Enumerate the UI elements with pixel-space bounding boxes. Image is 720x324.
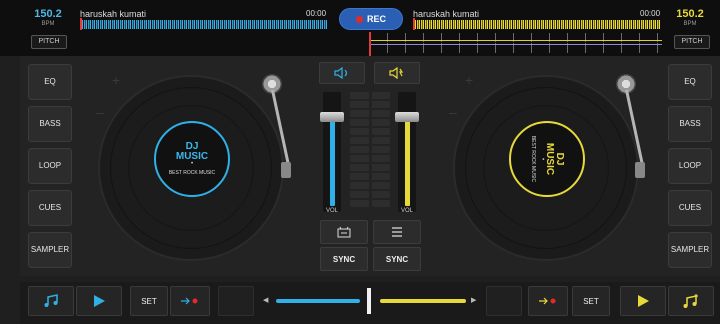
crossfader-knob[interactable] — [367, 288, 371, 314]
deck-b-sync-button[interactable]: SYNC — [373, 247, 421, 271]
music-note-add-icon — [683, 294, 698, 308]
deck-a-time: 00:00 — [306, 9, 327, 18]
pitch-plus-icon: + — [465, 72, 474, 88]
deck-a-bpm-value: 150.2 — [34, 8, 62, 20]
deck-a-cue-slot-button[interactable] — [218, 286, 254, 316]
arrow-to-dot-icon — [539, 297, 556, 305]
deck-b-play-button[interactable] — [620, 286, 666, 316]
deck-b-bass-button[interactable]: BASS — [668, 106, 712, 142]
menu-button[interactable] — [373, 220, 421, 244]
deck-b-track-name: haruskah kumati — [413, 9, 480, 19]
music-note-icon — [44, 294, 58, 307]
deck-b-bpm-display: 150.2 BPM — [670, 8, 710, 28]
deck-a-track-name: haruskah kumati — [80, 9, 147, 19]
deck-b-cue-slot-button[interactable] — [486, 286, 522, 316]
deck-a-vol-label: VOL — [325, 208, 338, 214]
crossfader-right-arrow-icon: ▶ — [471, 297, 477, 304]
deck-a-record-label: DJ MUSIC • BEST ROCK MUSIC — [154, 121, 230, 197]
disc-dot-icon: • — [539, 157, 545, 161]
deck-a-volume-knob[interactable] — [320, 112, 344, 122]
record-dot-icon — [355, 15, 363, 23]
crossfader-left-track[interactable] — [276, 299, 360, 303]
deck-a-cartridge-icon — [281, 162, 291, 178]
deck-b-set-cue-button[interactable]: SET — [572, 286, 610, 316]
deck-b-fx-button[interactable] — [374, 62, 420, 84]
sampler-pad-button[interactable] — [320, 220, 368, 244]
deck-b-bpm-label: BPM — [683, 21, 697, 27]
deck-b-bpm-value: 150.2 — [676, 8, 704, 20]
arrow-to-dot-icon — [181, 297, 198, 305]
deck-b-sampler-button[interactable]: SAMPLER — [668, 232, 712, 268]
deck-b-cues-button[interactable]: CUES — [668, 190, 712, 226]
deck-a-volume-slider[interactable] — [320, 92, 344, 212]
deck-b-volume-fill — [405, 118, 410, 206]
pitch-plus-icon: + — [112, 72, 121, 88]
deck-a-bass-button[interactable]: BASS — [28, 106, 72, 142]
deck-b-disc-subtitle: BEST ROCK MUSIC — [530, 135, 536, 183]
deck-b-music-library-button[interactable] — [668, 286, 714, 316]
deck-a-waveform-overview[interactable] — [80, 20, 328, 29]
speaker-fx-icon — [334, 67, 348, 79]
waveform-playhead — [369, 32, 371, 56]
deck-a-pitch-button[interactable]: PITCH — [31, 35, 67, 49]
crossfader-left-arrow-icon: ◀ — [263, 297, 269, 304]
deck-b-record-label: DJ MUSIC • BEST ROCK MUSIC — [509, 121, 585, 197]
deck-a-cues-button[interactable]: CUES — [28, 190, 72, 226]
pitch-minus-icon: – — [96, 104, 104, 120]
deck-a-loop-button[interactable]: LOOP — [28, 148, 72, 184]
mixer-panel: VOL VOL SYNC SYNC — [319, 60, 421, 272]
deck-b-loop-button[interactable]: LOOP — [668, 148, 712, 184]
deck-a-eq-button[interactable]: EQ — [28, 64, 72, 100]
deck-b-disc-title-1: DJ — [554, 152, 565, 166]
deck-b-disc-title-2: MUSIC — [544, 142, 555, 176]
deck-a-music-library-button[interactable] — [28, 286, 74, 316]
deck-b-waveform-marker — [413, 18, 415, 30]
deck-a-sync-button[interactable]: SYNC — [320, 247, 368, 271]
deck-a-fx-button[interactable] — [319, 62, 365, 84]
deck-b-pitch-button[interactable]: PITCH — [674, 35, 710, 49]
deck-b-waveform-line — [370, 40, 662, 41]
deck-a-disc-subtitle: BEST ROCK MUSIC — [168, 170, 216, 176]
crossfader-right-track[interactable] — [380, 299, 466, 303]
deck-b-waveform-zoom[interactable] — [370, 33, 662, 53]
deck-a-set-cue-button[interactable]: SET — [130, 286, 168, 316]
pitch-minus-icon: – — [449, 104, 457, 120]
deck-b-volume-slider[interactable] — [395, 92, 419, 212]
deck-b-waveform-overview[interactable] — [413, 20, 661, 29]
play-icon — [94, 295, 105, 307]
record-label: REC — [366, 14, 386, 24]
deck-b-waveform-beatline — [370, 44, 662, 45]
deck-b-cue-jump-button[interactable] — [528, 286, 568, 316]
vu-meter — [350, 92, 390, 214]
speaker-fx-icon — [389, 67, 404, 79]
menu-icon — [392, 227, 402, 237]
deck-a-play-button[interactable] — [76, 286, 122, 316]
deck-b-vol-label: VOL — [400, 208, 413, 214]
deck-b-cartridge-icon — [635, 162, 645, 178]
deck-a-cue-jump-button[interactable] — [170, 286, 210, 316]
deck-a-bpm-label: BPM — [41, 21, 55, 27]
pad-icon — [337, 226, 351, 238]
deck-a-sampler-button[interactable]: SAMPLER — [28, 232, 72, 268]
record-button[interactable]: REC — [339, 8, 403, 30]
disc-dot-icon: • — [190, 161, 194, 167]
deck-a-waveform-marker — [80, 18, 82, 30]
deck-b-eq-button[interactable]: EQ — [668, 64, 712, 100]
deck-a-bpm-display: 150.2 BPM — [28, 8, 68, 28]
deck-b-time: 00:00 — [640, 9, 661, 18]
play-icon — [638, 295, 649, 307]
deck-a-volume-fill — [330, 118, 335, 206]
deck-b-volume-knob[interactable] — [395, 112, 419, 122]
